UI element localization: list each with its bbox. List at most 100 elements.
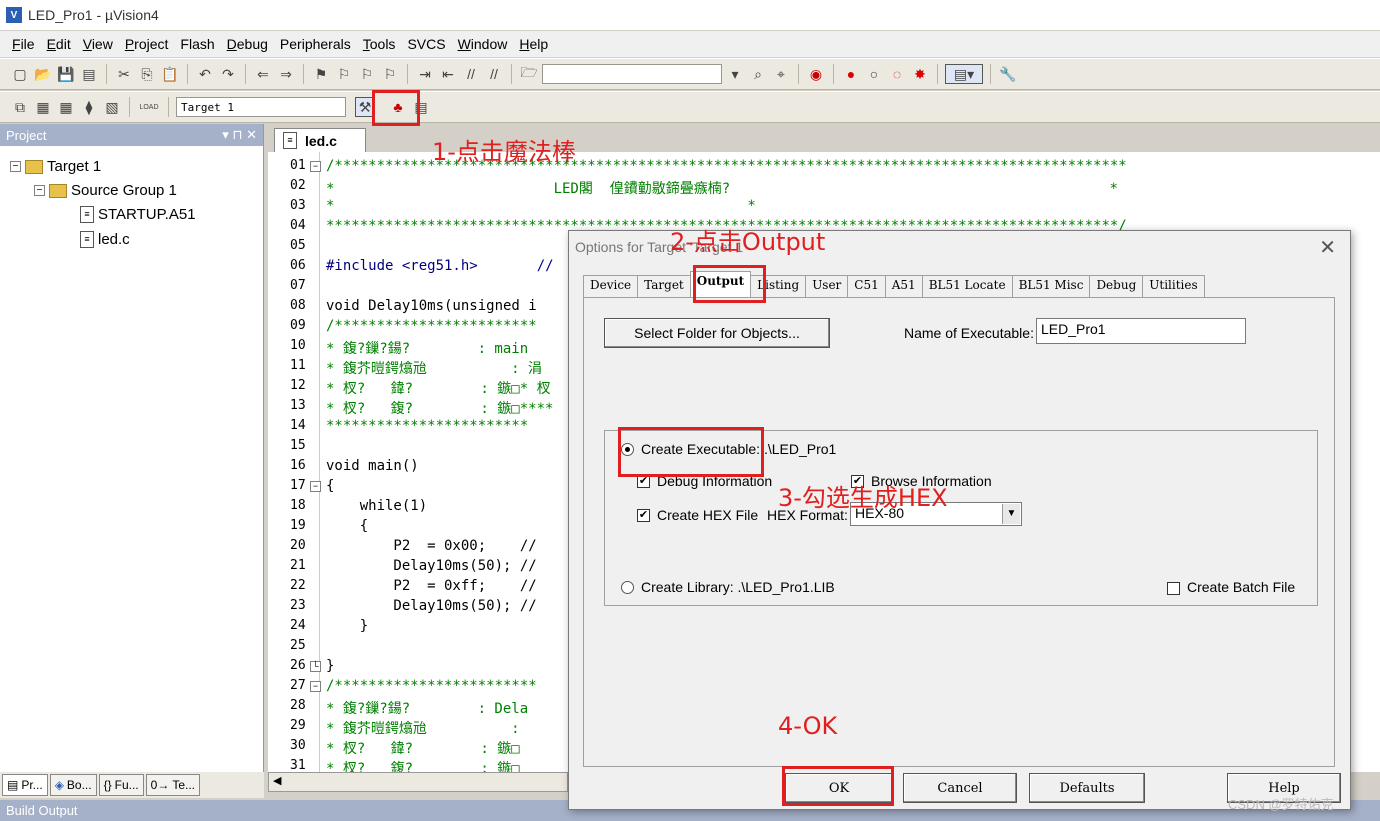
new-file-icon[interactable]: ▢ xyxy=(10,64,30,84)
next-bookmark-icon[interactable]: ⚐ xyxy=(357,64,377,84)
tab-bl51-misc[interactable]: BL51 Misc xyxy=(1011,275,1091,297)
create-batch-checkbox[interactable] xyxy=(1167,582,1180,595)
menu-item[interactable]: Peripherals xyxy=(274,36,357,52)
cancel-button[interactable]: Cancel xyxy=(903,773,1017,803)
tab-books[interactable]: ◈ Bo... xyxy=(49,774,97,796)
tab-bl51-locate[interactable]: BL51 Locate xyxy=(921,275,1013,297)
create-library-radio[interactable] xyxy=(621,581,634,594)
code-line[interactable]: /************************ xyxy=(326,678,537,694)
scroll-left-icon[interactable]: ◀ xyxy=(273,774,281,787)
cut-icon[interactable]: ✂ xyxy=(114,64,134,84)
tab-functions[interactable]: {} Fu... xyxy=(98,774,144,796)
window-layout-icon[interactable]: ▤▾ xyxy=(945,64,983,84)
tab-templates[interactable]: 0→ Te... xyxy=(145,774,201,796)
code-line[interactable]: void Delay10ms(unsigned i xyxy=(326,298,537,314)
breakpoint-icon[interactable]: ● xyxy=(841,64,861,84)
code-line[interactable]: } xyxy=(326,658,334,674)
tab-a51[interactable]: A51 xyxy=(884,275,923,297)
nav-back-icon[interactable]: ⇐ xyxy=(253,64,273,84)
disable-all-breakpoints-icon[interactable]: ◌ xyxy=(887,64,907,84)
menu-item[interactable]: Debug xyxy=(221,36,274,52)
build-icon[interactable]: ▦ xyxy=(33,97,53,117)
open-file-icon[interactable]: 📂 xyxy=(33,64,53,84)
code-line[interactable]: { xyxy=(326,478,334,494)
code-line[interactable]: /************************ xyxy=(326,318,537,334)
panel-controls-icon[interactable]: ▾ ⊓ ✕ xyxy=(222,127,257,143)
code-line[interactable]: Delay10ms(50); // xyxy=(326,558,536,574)
editor-horizontal-scrollbar[interactable]: ◀ xyxy=(268,772,568,792)
tab-target[interactable]: Target xyxy=(637,275,691,297)
code-line[interactable]: * 鍑芥暟鍔熻兘 : 涓 xyxy=(326,358,542,378)
menu-item[interactable]: SVCS xyxy=(401,36,451,52)
chevron-down-icon[interactable]: ▼ xyxy=(1002,504,1020,524)
tree-source-group[interactable]: − Source Group 1 xyxy=(34,182,177,199)
copy-icon[interactable]: ⎘ xyxy=(137,64,157,84)
tab-project[interactable]: ▤ Pr... xyxy=(2,774,48,796)
rebuild-icon[interactable]: ▦ xyxy=(56,97,76,117)
stop-build-icon[interactable]: ▧ xyxy=(102,97,122,117)
collapse-icon[interactable]: − xyxy=(10,161,21,172)
tree-file-ledc[interactable]: ≡ led.c xyxy=(80,231,130,248)
download-icon[interactable]: LOAD xyxy=(137,97,161,117)
code-line[interactable]: P2 = 0xff; // xyxy=(326,578,536,594)
configure-icon[interactable]: 🔧 xyxy=(998,64,1018,84)
code-line[interactable]: * 杈? 鍑? : 鏃□ xyxy=(326,758,520,772)
menu-item[interactable]: Tools xyxy=(357,36,402,52)
target-select[interactable]: Target 1 xyxy=(176,97,346,117)
code-line[interactable]: * 杈? 鍏? : 鏃□ xyxy=(326,738,520,758)
fold-toggle-icon[interactable]: − xyxy=(310,161,321,172)
fold-toggle-icon[interactable]: └ xyxy=(310,661,321,672)
find-in-files-icon[interactable]: 🗁 xyxy=(519,64,539,84)
tab-debug[interactable]: Debug xyxy=(1089,275,1144,297)
menu-item[interactable]: File xyxy=(6,36,41,52)
save-all-icon[interactable]: ▤ xyxy=(79,64,99,84)
editor-tab-ledc[interactable]: ≡ led.c xyxy=(274,128,366,152)
code-line[interactable]: * 鍑?鏁?鍚? : Dela xyxy=(326,698,528,718)
fold-toggle-icon[interactable]: − xyxy=(310,481,321,492)
select-folder-button[interactable]: Select Folder for Objects... xyxy=(604,318,830,348)
nav-forward-icon[interactable]: ⇒ xyxy=(276,64,296,84)
save-icon[interactable]: 💾 xyxy=(56,64,76,84)
code-line[interactable]: Delay10ms(50); // xyxy=(326,598,536,614)
disable-breakpoint-icon[interactable]: ○ xyxy=(864,64,884,84)
code-line[interactable]: * * xyxy=(326,198,756,214)
kill-breakpoints-icon[interactable]: ✸ xyxy=(910,64,930,84)
code-line[interactable]: } xyxy=(326,618,368,634)
comment-icon[interactable]: // xyxy=(461,64,481,84)
close-icon[interactable]: ✕ xyxy=(1319,235,1336,260)
translate-icon[interactable]: ⧉ xyxy=(10,97,30,117)
tab-c51[interactable]: C51 xyxy=(847,275,886,297)
uncomment-icon[interactable]: // xyxy=(484,64,504,84)
unindent-icon[interactable]: ⇤ xyxy=(438,64,458,84)
code-line[interactable]: void main() xyxy=(326,458,419,474)
menu-item[interactable]: View xyxy=(77,36,119,52)
code-line[interactable]: #include <reg51.h> // xyxy=(326,258,554,274)
tree-target[interactable]: − Target 1 xyxy=(10,158,101,175)
tab-utilities[interactable]: Utilities xyxy=(1142,275,1205,297)
code-line[interactable]: * 鍑芥暟鍔熻兘 : xyxy=(326,718,520,738)
collapse-icon[interactable]: − xyxy=(34,185,45,196)
clear-bookmarks-icon[interactable]: ⚐ xyxy=(380,64,400,84)
prev-bookmark-icon[interactable]: ⚐ xyxy=(334,64,354,84)
paste-icon[interactable]: 📋 xyxy=(160,64,180,84)
tab-device[interactable]: Device xyxy=(583,275,639,297)
debug-session-icon[interactable]: ◉ xyxy=(806,64,826,84)
defaults-button[interactable]: Defaults xyxy=(1029,773,1145,803)
menu-item[interactable]: Edit xyxy=(41,36,77,52)
menu-item[interactable]: Window xyxy=(452,36,514,52)
menu-item[interactable]: Help xyxy=(513,36,554,52)
code-line[interactable]: P2 = 0x00; // xyxy=(326,538,536,554)
batch-build-icon[interactable]: ⧫ xyxy=(79,97,99,117)
code-line[interactable]: { xyxy=(326,518,368,534)
create-hex-checkbox[interactable]: ✔ xyxy=(637,509,650,522)
redo-icon[interactable]: ↷ xyxy=(218,64,238,84)
code-line[interactable]: * 杈? 鍏? : 鏃□* 杈 xyxy=(326,378,551,398)
fold-toggle-icon[interactable]: − xyxy=(310,681,321,692)
incremental-find-icon[interactable]: ⌖ xyxy=(771,64,791,84)
code-line[interactable]: while(1) xyxy=(326,498,427,514)
indent-icon[interactable]: ⇥ xyxy=(415,64,435,84)
code-line[interactable]: * 鍑?鏁?鍚? : main xyxy=(326,338,528,358)
menu-item[interactable]: Project xyxy=(119,36,175,52)
chevron-down-icon[interactable]: ▾ xyxy=(725,64,745,84)
tree-file-startup[interactable]: ≡ STARTUP.A51 xyxy=(80,206,196,223)
